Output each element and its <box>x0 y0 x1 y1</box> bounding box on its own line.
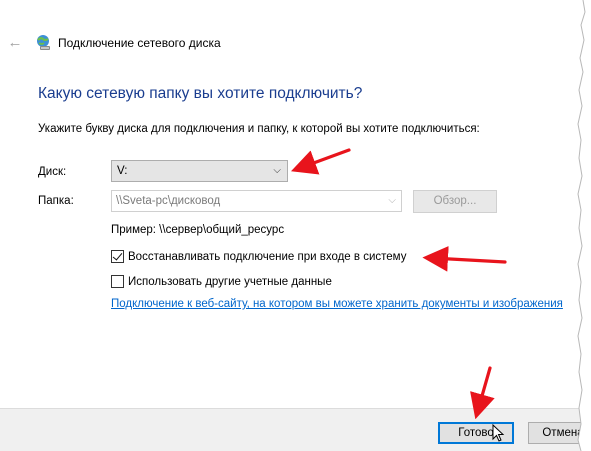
page-heading: Какую сетевую папку вы хотите подключить… <box>38 85 363 102</box>
reconnect-label: Восстанавливать подключение при входе в … <box>128 250 407 263</box>
website-connect-link[interactable]: Подключение к веб-сайту, на котором вы м… <box>111 298 563 310</box>
torn-edge-decoration <box>577 0 591 451</box>
reconnect-checkbox[interactable] <box>111 250 124 263</box>
drive-letter-value: V: <box>117 165 128 177</box>
drive-letter-select[interactable]: V: ⌵ <box>111 160 288 182</box>
chevron-down-icon: ⌵ <box>273 165 281 176</box>
screenshot-canvas: ← Подключение сетевого диска Какую сетев… <box>0 0 591 451</box>
folder-path-input[interactable]: \\Sveta-pc\дисковод ⌵ <box>111 190 402 212</box>
network-drive-icon <box>35 34 53 52</box>
folder-label: Папка: <box>38 195 74 207</box>
other-credentials-checkbox[interactable] <box>111 275 124 288</box>
folder-path-value: \\Sveta-pc\дисковод <box>116 195 221 207</box>
instruction-text: Укажите букву диска для подключения и па… <box>38 123 480 135</box>
chevron-down-icon[interactable]: ⌵ <box>388 191 396 211</box>
drive-label: Диск: <box>38 166 67 178</box>
other-credentials-label: Использовать другие учетные данные <box>128 275 332 288</box>
back-arrow-icon[interactable]: ← <box>6 34 24 52</box>
browse-button[interactable]: Обзор... <box>413 190 497 213</box>
dialog-title: Подключение сетевого диска <box>58 36 221 50</box>
example-text: Пример: \\сервер\общий_ресурс <box>111 224 285 236</box>
mouse-cursor-icon <box>492 424 505 442</box>
dialog-header: ← Подключение сетевого диска <box>0 30 580 56</box>
other-credentials-option[interactable]: Использовать другие учетные данные <box>111 275 332 288</box>
map-network-drive-dialog: ← Подключение сетевого диска Какую сетев… <box>0 0 591 451</box>
reconnect-option[interactable]: Восстанавливать подключение при входе в … <box>111 250 406 263</box>
